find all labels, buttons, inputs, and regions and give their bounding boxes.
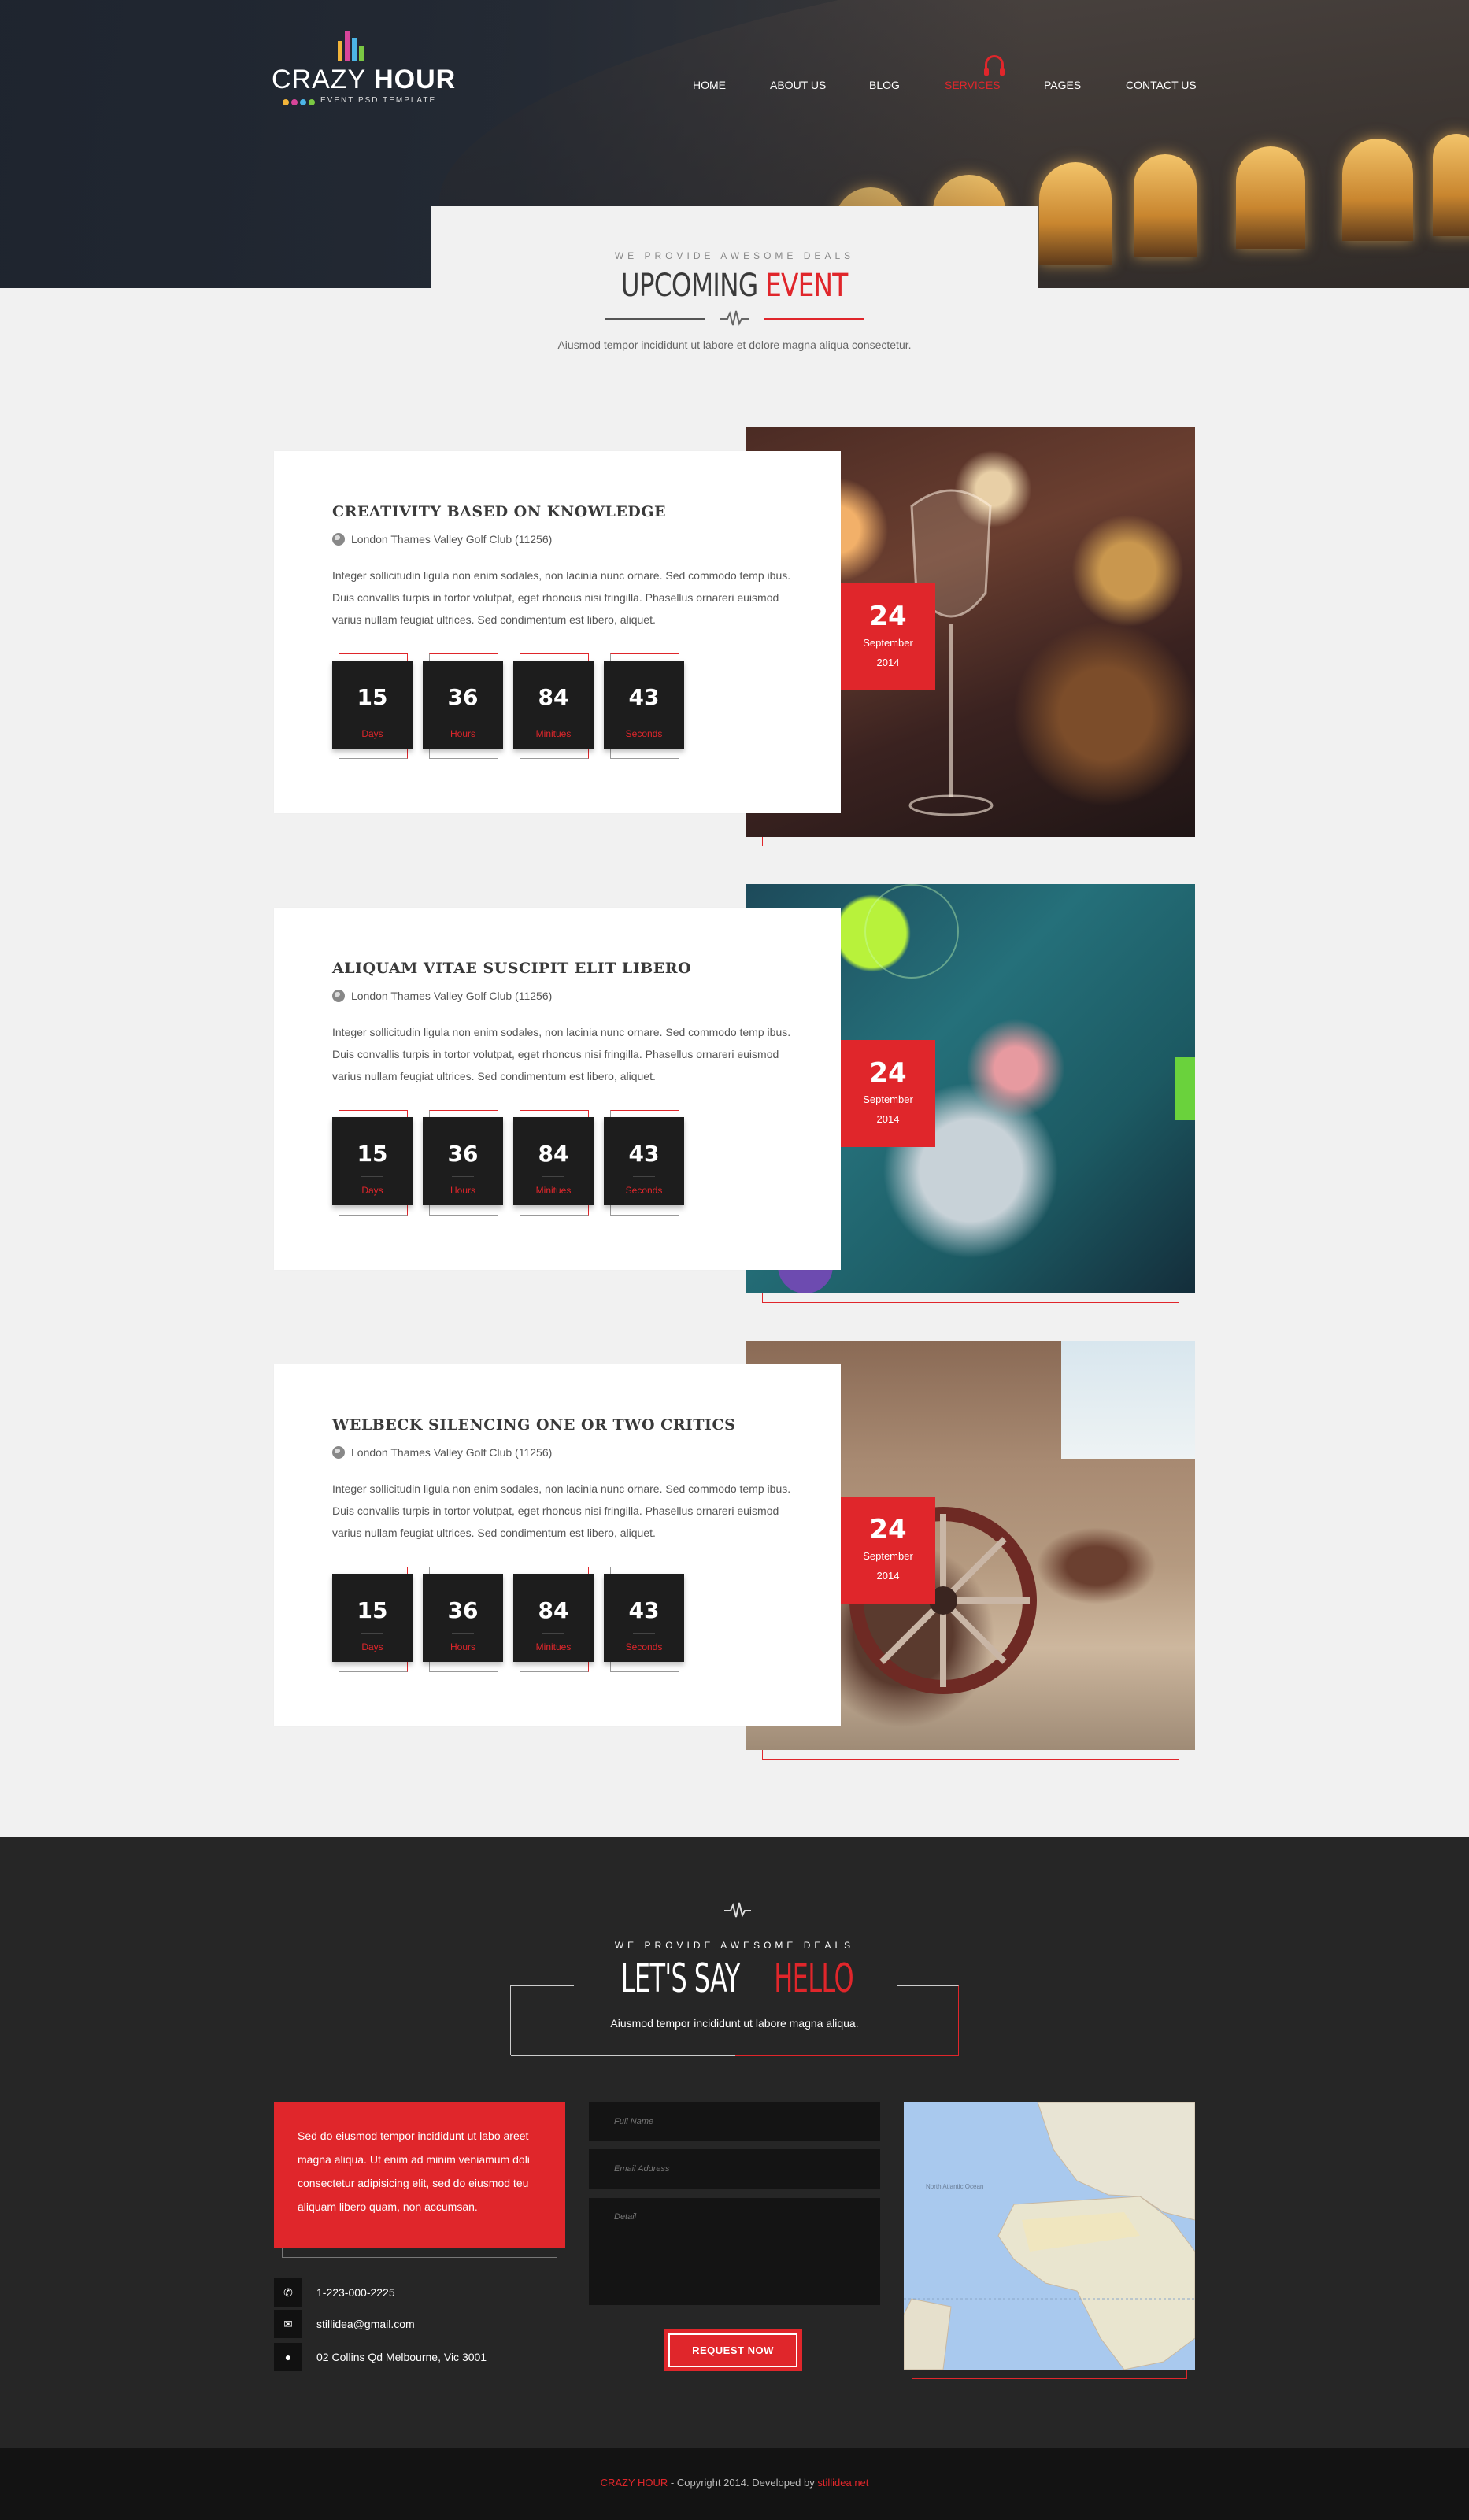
countdown-minutes: 84 Minitues: [513, 653, 594, 759]
pulse-icon: [724, 1902, 751, 1918]
detail-textarea[interactable]: [589, 2198, 880, 2305]
full-name-input[interactable]: [589, 2102, 880, 2141]
event-location: London Thames Valley Golf Club (11256): [332, 533, 552, 546]
countdown: 15 Days 36 Hours 84 Minitues 43 Seconds: [332, 1110, 684, 1216]
contact-kicker: WE PROVIDE AWESOME DEALS: [614, 1940, 855, 1951]
mail-icon: ✉: [274, 2310, 302, 2338]
logo-dots: [283, 99, 315, 105]
phone-icon: ✆: [274, 2278, 302, 2307]
logo-tagline: EVENT PSD TEMPLATE: [320, 96, 437, 105]
location-map[interactable]: North Atlantic Ocean: [904, 2102, 1195, 2370]
section-lead: Aiusmod tempor incididunt ut labore et d…: [557, 339, 912, 351]
event-card: ALIQUAM VITAE SUSCIPIT ELIT LIBERO Londo…: [274, 908, 841, 1270]
site-footer: CRAZY HOUR - Copyright 2014. Developed b…: [0, 2448, 1469, 2520]
pulse-icon: [720, 310, 749, 326]
countdown-hours: 36 Hours: [423, 1110, 503, 1216]
countdown-seconds: 43 Seconds: [604, 1567, 684, 1672]
main-nav: HOME ABOUT US BLOG SERVICES PAGES CONTAC…: [693, 55, 1197, 91]
globe-icon: [332, 533, 345, 546]
countdown-minutes: 84 Minitues: [513, 1110, 594, 1216]
site-logo[interactable]: CRAZY HOUR EVENT PSD TEMPLATE: [272, 30, 455, 117]
section-title: UPCOMING EVENT: [621, 268, 849, 304]
countdown-minutes: 84 Minitues: [513, 1567, 594, 1672]
event-title[interactable]: CREATIVITY BASED ON KNOWLEDGE: [332, 503, 666, 520]
upcoming-heading: WE PROVIDE AWESOME DEALS UPCOMING EVENT …: [431, 206, 1038, 372]
contact-email: ✉ stillidea@gmail.com: [274, 2310, 415, 2338]
map-illustration: North Atlantic Ocean: [904, 2102, 1195, 2370]
nav-blog[interactable]: BLOG: [869, 79, 945, 91]
event-card: CREATIVITY BASED ON KNOWLEDGE London Tha…: [274, 451, 841, 813]
headset-icon: [984, 55, 1005, 76]
map-pin-icon: ●: [274, 2343, 302, 2371]
countdown-hours: 36 Hours: [423, 653, 503, 759]
globe-icon: [332, 990, 345, 1002]
logo-wordmark: CRAZY HOUR: [272, 65, 457, 94]
countdown-days: 15 Days: [332, 653, 413, 759]
nav-about-us[interactable]: ABOUT US: [770, 79, 869, 91]
contact-title: LET'S SAY HELLO: [620, 1956, 854, 2001]
contact-intro-box: Sed do eiusmod tempor incididunt ut labo…: [274, 2102, 565, 2248]
event-item: CREATIVITY BASED ON KNOWLEDGE London Tha…: [274, 427, 1195, 853]
email-input[interactable]: [589, 2149, 880, 2189]
countdown-seconds: 43 Seconds: [604, 653, 684, 759]
countdown-hours: 36 Hours: [423, 1567, 503, 1672]
footer-developer-link[interactable]: stillidea.net: [817, 2477, 868, 2489]
map-ocean-label: North Atlantic Ocean: [926, 2183, 983, 2190]
event-date-badge: 24 September 2014: [841, 1040, 935, 1147]
event-description: Integer sollicitudin ligula non enim sod…: [332, 569, 791, 626]
countdown-days: 15 Days: [332, 1567, 413, 1672]
event-item: ALIQUAM VITAE SUSCIPIT ELIT LIBERO Londo…: [274, 884, 1195, 1309]
event-title[interactable]: WELBECK SILENCING ONE OR TWO CRITICS: [332, 1416, 735, 1434]
event-card: WELBECK SILENCING ONE OR TWO CRITICS Lon…: [274, 1364, 841, 1726]
event-description: Integer sollicitudin ligula non enim sod…: [332, 1482, 791, 1539]
footer-brand[interactable]: CRAZY HOUR: [601, 2477, 668, 2489]
event-item: WELBECK SILENCING ONE OR TWO CRITICS Lon…: [274, 1341, 1195, 1766]
countdown: 15 Days 36 Hours 84 Minitues 43 Seconds: [332, 1567, 684, 1672]
event-description: Integer sollicitudin ligula non enim sod…: [332, 1026, 791, 1082]
event-title[interactable]: ALIQUAM VITAE SUSCIPIT ELIT LIBERO: [332, 960, 691, 977]
section-kicker: WE PROVIDE AWESOME DEALS: [614, 250, 855, 261]
globe-icon: [332, 1446, 345, 1459]
equalizer-icon: [338, 31, 364, 61]
countdown: 15 Days 36 Hours 84 Minitues 43 Seconds: [332, 653, 684, 759]
countdown-seconds: 43 Seconds: [604, 1110, 684, 1216]
event-date-badge: 24 September 2014: [841, 1497, 935, 1604]
event-location: London Thames Valley Golf Club (11256): [332, 990, 552, 1002]
nav-home[interactable]: HOME: [693, 79, 770, 91]
nav-pages[interactable]: PAGES: [1044, 79, 1126, 91]
footer-copyright: - Copyright 2014. Developed by: [668, 2477, 818, 2489]
event-date-badge: 24 September 2014: [841, 583, 935, 690]
contact-section: WE PROVIDE AWESOME DEALS LET'S SAY HELLO…: [0, 1837, 1469, 2448]
nav-contact-us[interactable]: CONTACT US: [1126, 79, 1197, 91]
nav-services[interactable]: SERVICES: [945, 55, 1044, 91]
countdown-days: 15 Days: [332, 1110, 413, 1216]
contact-phone: ✆ 1-223-000-2225: [274, 2278, 395, 2307]
title-divider: [605, 307, 864, 331]
contact-lead: Aiusmod tempor incididunt ut labore magn…: [610, 2017, 859, 2030]
request-now-button[interactable]: REQUEST NOW: [664, 2329, 802, 2371]
contact-address: ● 02 Collins Qd Melbourne, Vic 3001: [274, 2343, 487, 2371]
event-location: London Thames Valley Golf Club (11256): [332, 1446, 552, 1459]
